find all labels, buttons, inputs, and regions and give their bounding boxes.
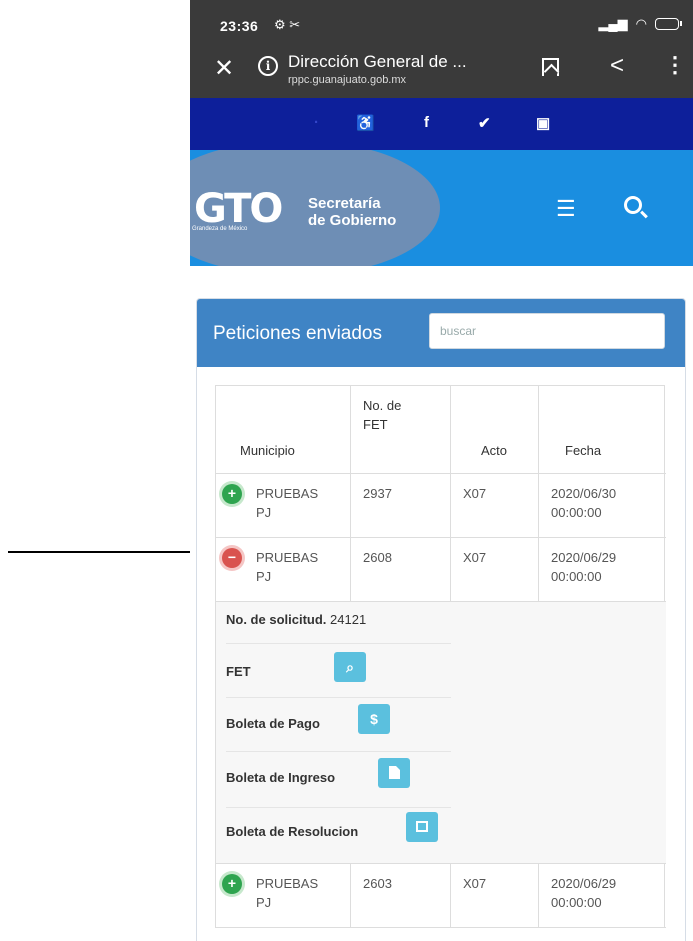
status-right-icons: ▂▄▆ ◠ <box>598 16 682 32</box>
fet-view-button[interactable]: ⌕ <box>334 652 366 682</box>
bookmark-icon[interactable] <box>542 58 559 76</box>
social-bar: · ♿ f ✔ ▣ <box>190 98 693 150</box>
header-acto[interactable]: Acto <box>450 386 538 473</box>
cell-fecha: 2020/06/29 00:00:00 <box>538 538 666 601</box>
search-input[interactable] <box>429 313 665 349</box>
cell-municipio: − PRUEBAS PJ <box>216 538 350 601</box>
share-icon[interactable]: < <box>610 52 624 80</box>
search-icon[interactable] <box>624 196 642 214</box>
cell-fecha: 2020/06/29 00:00:00 <box>538 864 666 927</box>
municipio-value: PRUEBAS PJ <box>256 876 319 910</box>
zoom-icon: ⌕ <box>346 659 354 675</box>
header-fecha[interactable]: Fecha <box>538 386 666 473</box>
phone-screen: 23:36 ⚙ ✂ ▂▄▆ ◠ ✕ i Dirección General de… <box>190 0 693 941</box>
detail-solicitud: No. de solicitud. 24121 <box>226 612 451 644</box>
boleta-pago-button[interactable]: $ <box>358 704 390 734</box>
cell-municipio: + PRUEBAS PJ <box>216 474 350 537</box>
table-row: + PRUEBAS PJ 2937 X07 2020/06/30 00:00:0… <box>216 474 666 538</box>
status-notification-icons: ⚙ ✂ <box>274 17 301 32</box>
document-icon <box>388 766 400 779</box>
peticiones-table: Municipio No. de FET Acto Fecha + PRUEBA… <box>215 385 666 928</box>
hamburger-menu-icon[interactable]: ☰ <box>556 196 576 222</box>
dollar-icon: $ <box>370 711 378 727</box>
municipio-value: PRUEBAS PJ <box>256 486 319 520</box>
info-icon[interactable]: i <box>258 56 278 76</box>
signal-icon: ▂▄▆ <box>598 16 628 31</box>
panel-title: Peticiones enviados <box>213 323 382 344</box>
boleta-pago-label: Boleta de Pago <box>226 716 320 731</box>
cell-no-fet: 2608 <box>350 538 450 601</box>
boleta-resolucion-label: Boleta de Resolucion <box>226 824 359 839</box>
cell-acto: X07 <box>450 474 538 537</box>
wifi-icon: ◠ <box>635 16 647 31</box>
detail-boleta-ingreso: Boleta de Ingreso <box>226 754 451 808</box>
detail-boleta-pago: Boleta de Pago <box>226 700 451 752</box>
secretaria-line-1: Secretaría <box>308 195 381 212</box>
peticiones-panel: Peticiones enviados Municipio No. de FET… <box>196 298 686 941</box>
cell-fecha: 2020/06/30 00:00:00 <box>538 474 666 537</box>
more-options-icon[interactable]: ⋮ <box>664 52 686 78</box>
cell-acto: X07 <box>450 538 538 601</box>
secretaria-title: Secretaría de Gobierno <box>308 195 396 229</box>
solicitud-value: 24121 <box>330 612 367 627</box>
brand-header: GTO Grandeza de México Secretaría de Gob… <box>190 150 693 266</box>
solicitud-label: No. de solicitud. <box>226 612 327 627</box>
logo-tagline: Grandeza de México <box>192 226 248 232</box>
cell-municipio: + PRUEBAS PJ <box>216 864 350 927</box>
youtube-icon[interactable]: ▣ <box>536 114 550 132</box>
municipio-value: PRUEBAS PJ <box>256 550 319 584</box>
cell-acto: X07 <box>450 864 538 927</box>
browser-title[interactable]: Dirección General de ... <box>288 52 467 72</box>
cell-no-fet: 2937 <box>350 474 450 537</box>
close-icon[interactable]: ✕ <box>214 54 234 83</box>
collapse-row-icon[interactable]: − <box>222 548 242 568</box>
accessibility-icon[interactable]: ♿ <box>356 114 375 132</box>
boleta-resolucion-button[interactable] <box>406 812 438 842</box>
fet-label: FET <box>226 664 251 679</box>
panel-header: Peticiones enviados <box>197 299 685 367</box>
row-detail-panel: No. de solicitud. 24121 FET ⌕ Boleta de … <box>216 602 666 864</box>
status-time: 23:36 <box>220 18 259 34</box>
table-header-row: Municipio No. de FET Acto Fecha <box>216 386 666 474</box>
twitter-icon[interactable]: ✔ <box>478 114 491 132</box>
header-no-fet[interactable]: No. de FET <box>350 386 450 473</box>
expand-row-icon[interactable]: + <box>222 484 242 504</box>
browser-chrome: 23:36 ⚙ ✂ ▂▄▆ ◠ ✕ i Dirección General de… <box>190 0 693 98</box>
battery-icon <box>655 18 682 30</box>
secretaria-line-2: de Gobierno <box>308 212 397 229</box>
boleta-ingreso-button[interactable] <box>378 758 410 788</box>
cell-no-fet: 2603 <box>350 864 450 927</box>
edit-check-icon <box>416 821 428 832</box>
annotation-arrow-line <box>8 551 206 553</box>
boleta-ingreso-label: Boleta de Ingreso <box>226 770 336 785</box>
header-municipio[interactable]: Municipio <box>216 386 350 473</box>
table-row: − PRUEBAS PJ 2608 X07 2020/06/29 00:00:0… <box>216 538 666 602</box>
table-row: + PRUEBAS PJ 2603 X07 2020/06/29 00:00:0… <box>216 864 666 928</box>
browser-url[interactable]: rppc.guanajuato.gob.mx <box>288 74 406 86</box>
facebook-icon[interactable]: f <box>424 114 429 131</box>
dot-icon: · <box>314 114 319 131</box>
expand-row-icon[interactable]: + <box>222 874 242 894</box>
